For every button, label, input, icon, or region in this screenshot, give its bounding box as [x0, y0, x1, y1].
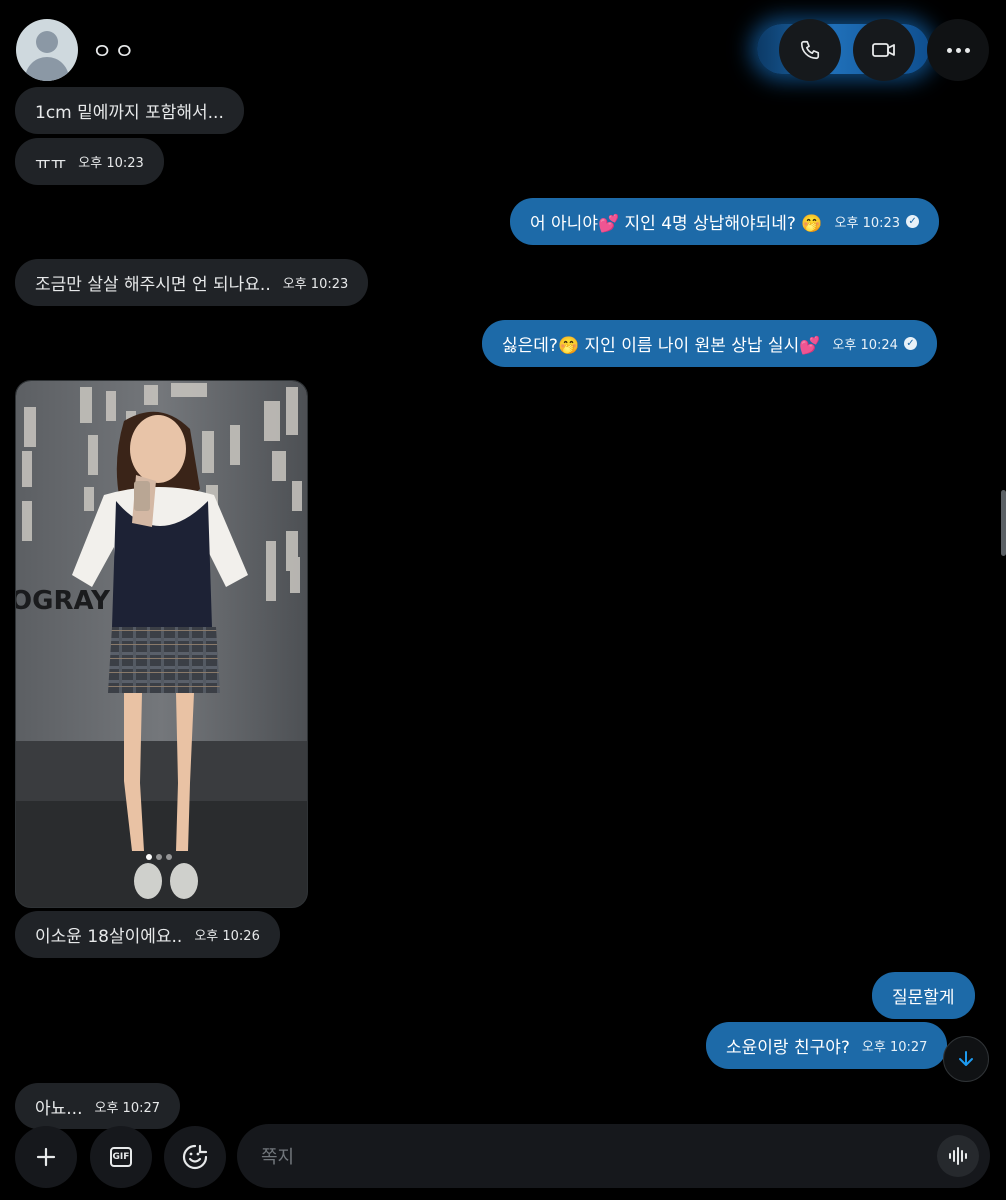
message-text: ㅠㅠ	[35, 154, 67, 174]
gif-button[interactable]: GIF	[90, 1126, 152, 1188]
message-text: 아뇨...	[35, 1098, 83, 1119]
arrow-down-icon	[959, 1051, 973, 1066]
mirror-selfie-photo: OGRAY	[16, 381, 307, 907]
add-media-button[interactable]	[15, 1126, 77, 1188]
plus-icon	[36, 1147, 56, 1167]
more-icon	[946, 47, 970, 53]
video-call-button[interactable]	[853, 19, 915, 81]
message-text: 1cm 밑에까지 포함해서...	[35, 103, 224, 123]
conversation-user-name[interactable]: ㅇㅇ	[92, 34, 136, 66]
message-timestamp: 오후 10:23	[282, 277, 349, 292]
message-incoming[interactable]: ㅠㅠ 오후 10:23	[15, 138, 164, 185]
more-options-button[interactable]	[927, 19, 989, 81]
message-timestamp: 오후 10:24	[832, 338, 898, 353]
message-text: 어 아니야💕 지인 4명 상납해야되네? 🤭	[530, 214, 823, 234]
message-composer	[237, 1124, 990, 1188]
video-camera-icon	[872, 43, 895, 57]
message-incoming[interactable]: 조금만 살살 해주시면 언 되나요.. 오후 10:23	[15, 259, 369, 306]
emoji-button[interactable]	[164, 1126, 226, 1188]
message-text: 이소윤 18살이에요..	[35, 927, 183, 947]
gif-icon: GIF	[110, 1147, 132, 1167]
message-timestamp: 오후 10:27	[861, 1040, 928, 1055]
message-incoming[interactable]: 이소윤 18살이에요.. 오후 10:26	[15, 911, 280, 958]
message-text: 싫은데?🤭 지인 이름 나이 원본 상납 실시💕	[502, 336, 821, 356]
message-timestamp: 오후 10:27	[94, 1100, 161, 1116]
message-incoming[interactable]: 아뇨... 오후 10:27	[15, 1083, 181, 1129]
wall-sign-text: OGRAY	[16, 586, 111, 616]
voice-call-button[interactable]	[779, 19, 841, 81]
message-incoming[interactable]: 1cm 밑에까지 포함해서...	[15, 87, 244, 134]
message-text: 조금만 살살 해주시면 언 되나요..	[35, 275, 271, 295]
message-text: 질문할게	[892, 988, 955, 1008]
audio-waveform-icon	[949, 1147, 967, 1165]
message-input[interactable]	[259, 1140, 923, 1174]
message-text: 소윤이랑 친구야?	[726, 1038, 850, 1058]
message-outgoing[interactable]: 싫은데?🤭 지인 이름 나이 원본 상납 실시💕 오후 10:24 ✓	[482, 320, 937, 367]
message-timestamp: 오후 10:26	[194, 929, 260, 944]
message-timestamp: 오후 10:23	[78, 156, 144, 171]
photo-attachment[interactable]: OGRAY	[15, 380, 308, 908]
scrollbar-thumb[interactable]	[1001, 490, 1006, 556]
scroll-to-bottom-button[interactable]	[943, 1036, 989, 1082]
read-receipt-icon: ✓	[903, 337, 917, 350]
phone-icon	[800, 40, 820, 60]
message-outgoing[interactable]: 소윤이랑 친구야? 오후 10:27	[706, 1022, 948, 1069]
voice-message-button[interactable]	[937, 1135, 979, 1177]
read-receipt-icon: ✓	[906, 215, 920, 228]
message-outgoing[interactable]: 어 아니야💕 지인 4명 상납해야되네? 🤭 오후 10:23 ✓	[510, 198, 940, 245]
emoji-icon	[182, 1144, 208, 1170]
message-timestamp: 오후 10:23	[834, 216, 901, 231]
avatar[interactable]	[16, 19, 78, 81]
message-outgoing[interactable]: 질문할게	[872, 972, 975, 1019]
